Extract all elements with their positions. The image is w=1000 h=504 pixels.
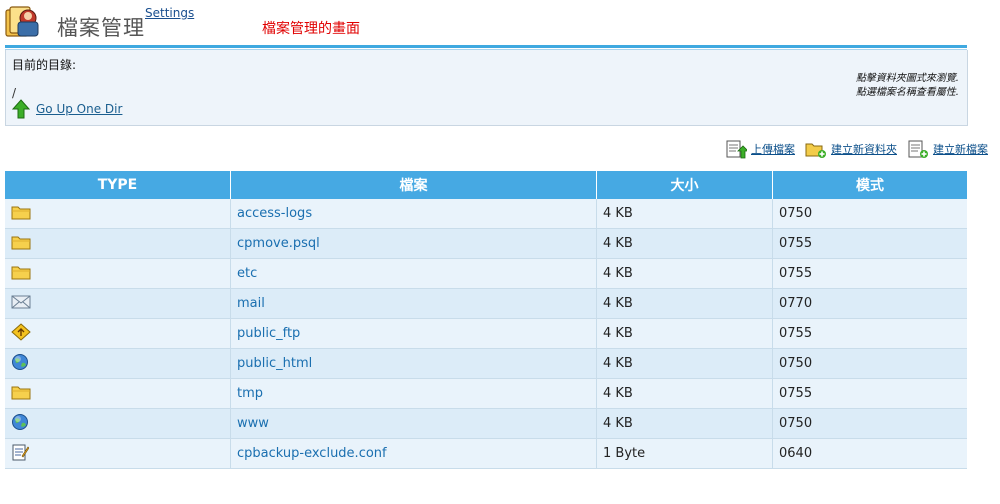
up-arrow-icon xyxy=(12,99,30,119)
mode-cell: 0755 xyxy=(772,318,967,349)
hint-line: 點選檔案名稱查看屬性. xyxy=(855,87,959,98)
size-cell: 4 KB xyxy=(596,378,773,409)
column-header-name: 檔案 xyxy=(230,171,597,199)
mode-cell: 0755 xyxy=(772,258,967,289)
table-row: public_html 4 KB 0750 xyxy=(5,348,967,379)
name-cell: cpmove.psql xyxy=(230,228,597,259)
size-cell: 4 KB xyxy=(596,199,773,229)
size-cell: 4 KB xyxy=(596,228,773,259)
globe-icon[interactable] xyxy=(11,353,29,375)
table-row: www 4 KB 0750 xyxy=(5,408,967,439)
file-actions-toolbar: 上傳檔案 建立新資料夾 建立新檔案 xyxy=(719,139,988,159)
table-row: mail 4 KB 0770 xyxy=(5,288,967,319)
file-name-link[interactable]: tmp xyxy=(237,386,263,401)
file-table: TYPE 檔案 大小 模式 access-logs 4 KB 0750 cpmove.… xyxy=(5,171,967,469)
divider xyxy=(5,45,967,48)
type-cell xyxy=(5,408,231,439)
type-cell xyxy=(5,348,231,379)
folder-icon[interactable] xyxy=(11,264,31,284)
size-cell: 1 Byte xyxy=(596,438,773,469)
app-title: 檔案管理 xyxy=(57,16,145,40)
ftp-icon[interactable] xyxy=(11,322,31,345)
folder-icon[interactable] xyxy=(11,234,31,254)
text-file-icon[interactable] xyxy=(11,443,30,465)
mode-cell: 0755 xyxy=(772,378,967,409)
globe-icon[interactable] xyxy=(11,413,29,435)
file-name-link[interactable]: etc xyxy=(237,266,257,281)
name-cell: public_html xyxy=(230,348,597,379)
table-header-row: TYPE 檔案 大小 模式 xyxy=(5,171,967,199)
mode-cell: 0770 xyxy=(772,288,967,319)
file-name-link[interactable]: public_ftp xyxy=(237,326,300,341)
table-row: public_ftp 4 KB 0755 xyxy=(5,318,967,349)
table-row: tmp 4 KB 0755 xyxy=(5,378,967,409)
column-header-size: 大小 xyxy=(596,171,773,199)
mode-cell: 0750 xyxy=(772,199,967,229)
file-manager-logo-icon xyxy=(5,6,39,37)
page-heading: 檔案管理的畫面 xyxy=(262,21,360,37)
mode-cell: 0640 xyxy=(772,438,967,469)
column-header-type: TYPE xyxy=(5,171,231,199)
table-row: etc 4 KB 0755 xyxy=(5,258,967,289)
table-row: access-logs 4 KB 0750 xyxy=(5,199,967,229)
current-directory-panel: 目前的目錄: / Go Up One Dir 點擊資料夾圖式來瀏覽. 點選檔案名… xyxy=(5,50,968,126)
type-cell xyxy=(5,438,231,469)
navigation-hint: 點擊資料夾圖式來瀏覽. 點選檔案名稱查看屬性. xyxy=(856,72,959,100)
type-cell xyxy=(5,318,231,349)
mode-cell: 0750 xyxy=(772,348,967,379)
name-cell: mail xyxy=(230,288,597,319)
size-cell: 4 KB xyxy=(596,318,773,349)
type-cell xyxy=(5,258,231,289)
table-row: cpmove.psql 4 KB 0755 xyxy=(5,228,967,259)
new-file-icon xyxy=(908,140,928,158)
new-folder-label: 建立新資料夾 xyxy=(831,143,897,156)
file-name-link[interactable]: cpbackup-exclude.conf xyxy=(237,446,387,461)
type-cell xyxy=(5,288,231,319)
new-file-button[interactable]: 建立新檔案 xyxy=(907,139,988,159)
upload-file-icon xyxy=(726,140,747,159)
folder-icon[interactable] xyxy=(11,384,31,404)
name-cell: tmp xyxy=(230,378,597,409)
name-cell: public_ftp xyxy=(230,318,597,349)
go-up-label: Go Up One Dir xyxy=(36,102,123,116)
table-row: cpbackup-exclude.conf 1 Byte 0640 xyxy=(5,438,967,469)
hint-line: 點擊資料夾圖式來瀏覽. xyxy=(855,73,959,84)
name-cell: access-logs xyxy=(230,199,597,229)
go-up-button[interactable]: Go Up One Dir xyxy=(12,98,122,120)
header: 檔案管理 Settings 檔案管理的畫面 xyxy=(0,0,1000,46)
upload-file-label: 上傳檔案 xyxy=(751,143,795,156)
folder-icon[interactable] xyxy=(11,204,31,224)
column-header-mode: 模式 xyxy=(772,171,967,199)
mode-cell: 0750 xyxy=(772,408,967,439)
name-cell: cpbackup-exclude.conf xyxy=(230,438,597,469)
size-cell: 4 KB xyxy=(596,348,773,379)
new-folder-button[interactable]: 建立新資料夾 xyxy=(805,139,897,159)
upload-file-button[interactable]: 上傳檔案 xyxy=(725,139,795,159)
mail-icon[interactable] xyxy=(11,294,31,314)
name-cell: etc xyxy=(230,258,597,289)
new-file-label: 建立新檔案 xyxy=(933,143,988,156)
file-name-link[interactable]: access-logs xyxy=(237,206,312,221)
file-name-link[interactable]: mail xyxy=(237,296,265,311)
type-cell xyxy=(5,378,231,409)
settings-link[interactable]: Settings xyxy=(145,6,194,20)
size-cell: 4 KB xyxy=(596,408,773,439)
name-cell: www xyxy=(230,408,597,439)
file-name-link[interactable]: public_html xyxy=(237,356,312,371)
size-cell: 4 KB xyxy=(596,288,773,319)
type-cell xyxy=(5,228,231,259)
new-folder-icon xyxy=(805,143,826,158)
type-cell xyxy=(5,199,231,229)
mode-cell: 0755 xyxy=(772,228,967,259)
file-name-link[interactable]: www xyxy=(237,416,269,431)
size-cell: 4 KB xyxy=(596,258,773,289)
file-name-link[interactable]: cpmove.psql xyxy=(237,236,320,251)
current-directory-label: 目前的目錄: xyxy=(12,58,77,72)
